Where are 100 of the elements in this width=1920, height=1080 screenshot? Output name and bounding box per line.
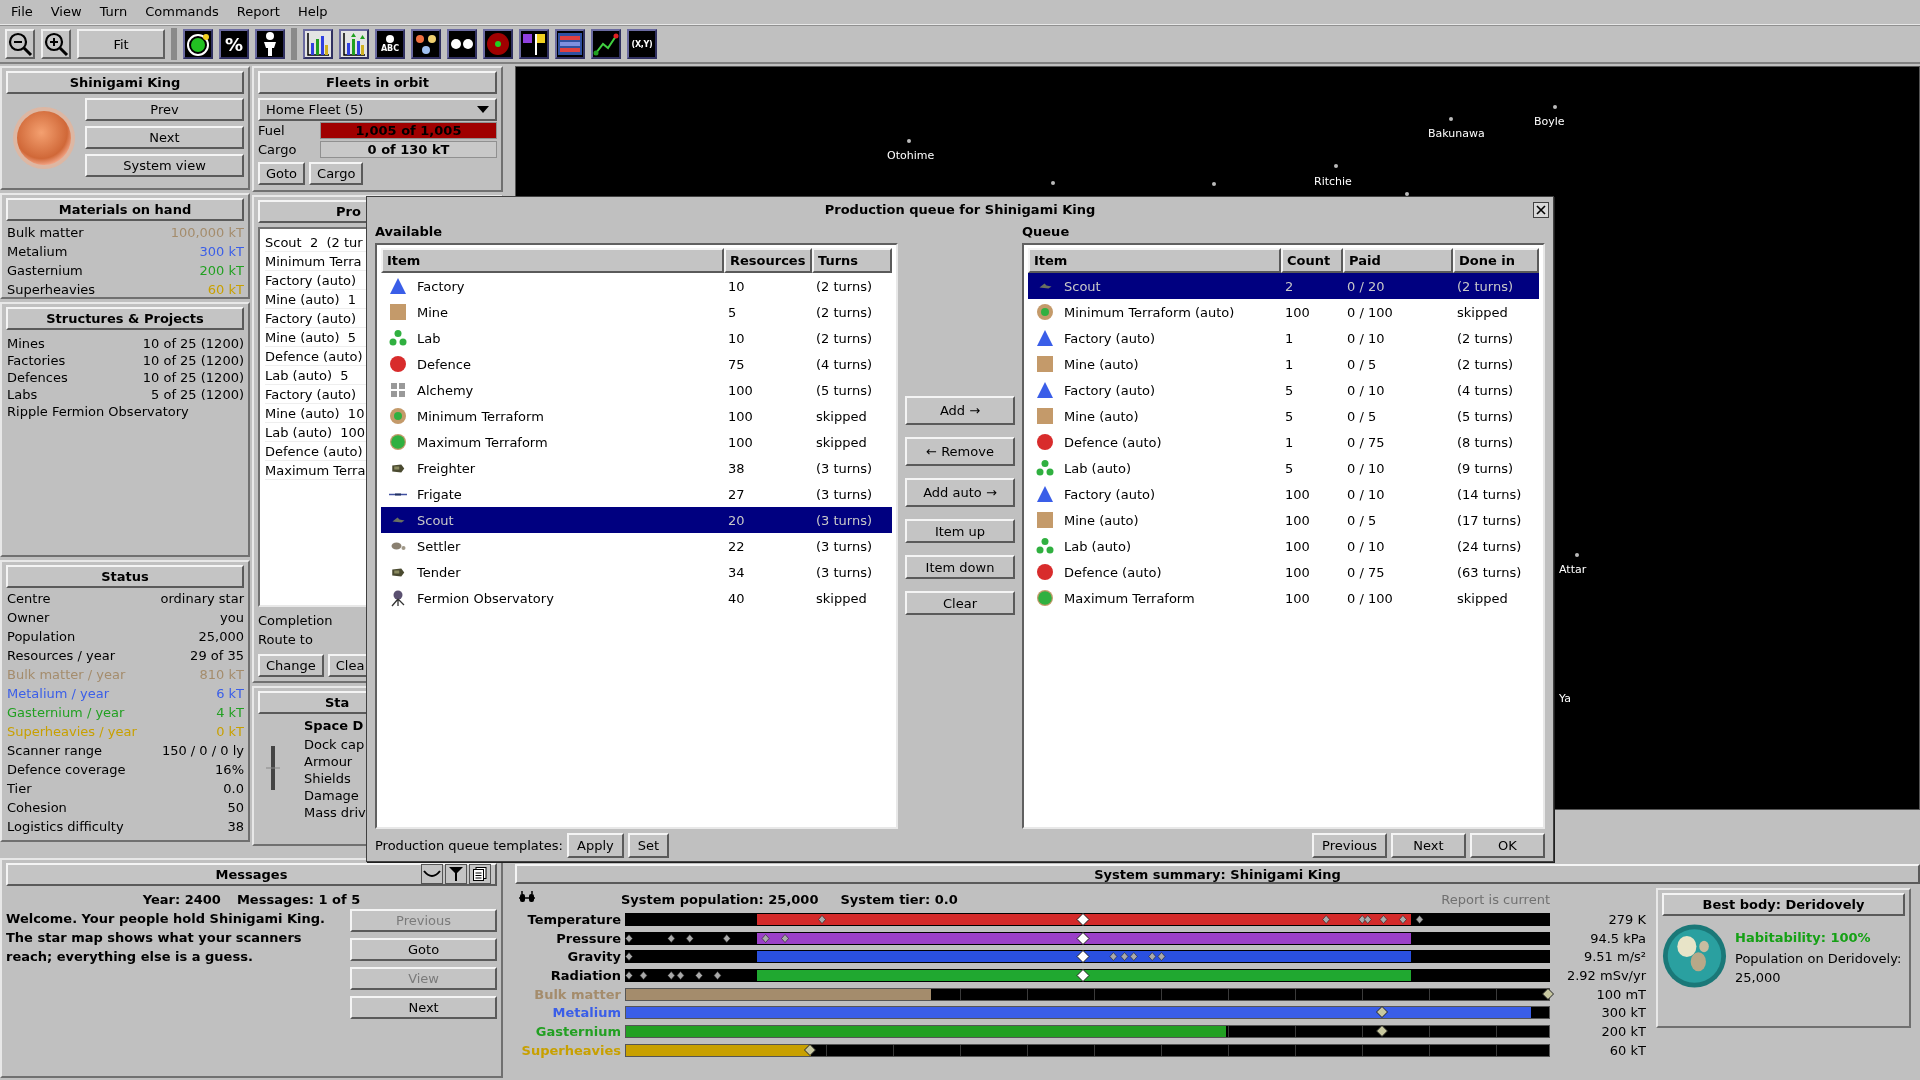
table-cell-text: (5 turns) bbox=[1456, 408, 1514, 424]
column-header[interactable]: Resources bbox=[724, 248, 812, 273]
ship-icon bbox=[390, 542, 406, 550]
column-header[interactable]: Done in bbox=[1453, 248, 1539, 273]
bar-chart-button[interactable] bbox=[303, 29, 333, 59]
action-button[interactable]: ← Remove bbox=[905, 437, 1015, 466]
dialog-button[interactable]: Next bbox=[1391, 832, 1466, 858]
ship-icon bbox=[391, 517, 405, 523]
square-icon bbox=[389, 303, 407, 321]
target-button[interactable] bbox=[483, 29, 513, 59]
action-button[interactable]: Add auto → bbox=[905, 478, 1015, 507]
list-row[interactable]: Alchemy 100 (5 turns) bbox=[381, 377, 892, 403]
year-label: Year: 2400 bbox=[142, 892, 221, 907]
nav-button[interactable]: System view bbox=[85, 154, 244, 177]
menu-item[interactable]: Turn bbox=[90, 1, 137, 23]
menu-item[interactable]: View bbox=[41, 1, 91, 23]
list-row[interactable]: Minimum Terraform (auto) 100 0 / 100 skipped bbox=[1028, 299, 1539, 325]
list-row[interactable]: Mine (auto) 5 0 / 5 (5 turns) bbox=[1028, 403, 1539, 429]
list-row[interactable]: Defence (auto) 100 0 / 75 (63 turns) bbox=[1028, 559, 1539, 585]
nav-button[interactable]: Prev bbox=[85, 98, 244, 121]
two-dots-button[interactable] bbox=[447, 29, 477, 59]
list-row[interactable]: Mine (auto) 1 0 / 5 (2 turns) bbox=[1028, 351, 1539, 377]
percent-button[interactable]: % bbox=[219, 29, 249, 59]
list-row[interactable]: Maximum Terraform 100 0 / 100 skipped bbox=[1028, 585, 1539, 611]
fleet-button[interactable]: Goto bbox=[258, 162, 306, 185]
planet-button[interactable] bbox=[183, 29, 213, 59]
menu-item[interactable]: Help bbox=[288, 1, 337, 23]
list-row[interactable]: Lab 10 (2 turns) bbox=[381, 325, 892, 351]
list-row[interactable]: Factory (auto) 5 0 / 10 (4 turns) bbox=[1028, 377, 1539, 403]
population-label: System population: 25,000 bbox=[621, 891, 819, 907]
table-cell-text: 0 / 10 bbox=[1346, 330, 1386, 346]
close-button[interactable] bbox=[1533, 202, 1549, 218]
list-row[interactable]: Defence 75 (4 turns) bbox=[381, 351, 892, 377]
fleet-button[interactable]: Cargo bbox=[309, 162, 364, 185]
message-button[interactable]: Goto bbox=[350, 938, 497, 961]
list-row[interactable]: Factory (auto) 100 0 / 10 (14 turns) bbox=[1028, 481, 1539, 507]
material-amount: 200 kT bbox=[199, 263, 244, 280]
list-row[interactable]: Mine (auto) 100 0 / 5 (17 turns) bbox=[1028, 507, 1539, 533]
column-header[interactable]: Turns bbox=[812, 248, 892, 273]
nav-button[interactable]: Next bbox=[85, 126, 244, 149]
menu-item[interactable]: Report bbox=[227, 1, 289, 23]
table-cell-text: 0 / 5 bbox=[1346, 408, 1378, 424]
action-button[interactable]: Item down bbox=[905, 555, 1015, 579]
list-row[interactable]: Lab (auto) 5 0 / 10 (9 turns) bbox=[1028, 455, 1539, 481]
template-button[interactable]: Set bbox=[627, 832, 670, 858]
eye-button[interactable] bbox=[421, 864, 443, 884]
list-row[interactable]: Maximum Terraform 100 skipped bbox=[381, 429, 892, 455]
table-cell: Maximum Terraform bbox=[417, 434, 548, 450]
list-row[interactable]: Factory 10 (2 turns) bbox=[381, 273, 892, 299]
zoom-in-button[interactable] bbox=[41, 29, 71, 59]
filter-button[interactable] bbox=[445, 864, 467, 884]
table-cell-text: 0 / 10 bbox=[1346, 382, 1386, 398]
column-header[interactable]: Count bbox=[1281, 248, 1343, 273]
dots-button[interactable] bbox=[411, 29, 441, 59]
three-dots-icon bbox=[1036, 459, 1054, 477]
list-row[interactable]: Defence (auto) 1 0 / 75 (8 turns) bbox=[1028, 429, 1539, 455]
person-button[interactable] bbox=[255, 29, 285, 59]
flags-button[interactable] bbox=[519, 29, 549, 59]
fleet-dropdown[interactable]: Home Fleet (5) bbox=[258, 98, 497, 121]
table-cell-text: (3 turns) bbox=[815, 538, 873, 554]
action-button[interactable]: Clear bbox=[905, 591, 1015, 615]
menu-item[interactable]: Commands bbox=[136, 1, 228, 23]
column-header[interactable]: Item bbox=[1028, 248, 1281, 273]
route-button[interactable]: Change bbox=[258, 654, 324, 677]
action-button[interactable]: Item up bbox=[905, 519, 1015, 543]
status-value: 4 kT bbox=[216, 705, 244, 722]
list-row[interactable]: Tender 34 (3 turns) bbox=[381, 559, 892, 585]
table-cell-text: 5 bbox=[727, 304, 738, 320]
list-row[interactable]: Freighter 38 (3 turns) bbox=[381, 455, 892, 481]
dot-icon bbox=[386, 35, 394, 43]
pages-button[interactable] bbox=[469, 864, 491, 884]
triangle-icon bbox=[389, 277, 407, 295]
action-button[interactable]: Add → bbox=[905, 396, 1015, 425]
line-chart-button[interactable] bbox=[591, 29, 621, 59]
list-row[interactable]: Scout 2 0 / 20 (2 turns) bbox=[1028, 273, 1539, 299]
list-row[interactable]: Settler 22 (3 turns) bbox=[381, 533, 892, 559]
dialog-button[interactable]: Previous bbox=[1312, 832, 1387, 858]
coordinates-button[interactable]: (X,Y) bbox=[627, 29, 657, 59]
column-header[interactable]: Item bbox=[381, 248, 724, 273]
zoom-out-button[interactable] bbox=[5, 29, 35, 59]
star-label: Otohime bbox=[887, 149, 935, 162]
menu-item[interactable]: File bbox=[2, 1, 42, 23]
table-cell: Freighter bbox=[417, 460, 476, 476]
list-row[interactable]: Minimum Terraform 100 skipped bbox=[381, 403, 892, 429]
list-row[interactable]: Scout 20 (3 turns) bbox=[381, 507, 892, 533]
message-button[interactable]: Next bbox=[350, 996, 497, 1019]
list-row[interactable]: Lab (auto) 100 0 / 10 (24 turns) bbox=[1028, 533, 1539, 559]
table-cell-text: 34 bbox=[727, 564, 746, 580]
labels-button[interactable]: ABC bbox=[375, 29, 405, 59]
fit-button[interactable]: Fit bbox=[77, 29, 165, 59]
list-button[interactable] bbox=[555, 29, 585, 59]
template-button[interactable]: Apply bbox=[567, 832, 624, 858]
bar-chart-button[interactable] bbox=[339, 29, 369, 59]
plug-icon bbox=[519, 890, 535, 905]
column-header[interactable]: Paid bbox=[1343, 248, 1453, 273]
dialog-button[interactable]: OK bbox=[1470, 832, 1545, 858]
list-row[interactable]: Frigate 27 (3 turns) bbox=[381, 481, 892, 507]
list-row[interactable]: Fermion Observatory 40 skipped bbox=[381, 585, 892, 611]
list-row[interactable]: Factory (auto) 1 0 / 10 (2 turns) bbox=[1028, 325, 1539, 351]
list-row[interactable]: Mine 5 (2 turns) bbox=[381, 299, 892, 325]
